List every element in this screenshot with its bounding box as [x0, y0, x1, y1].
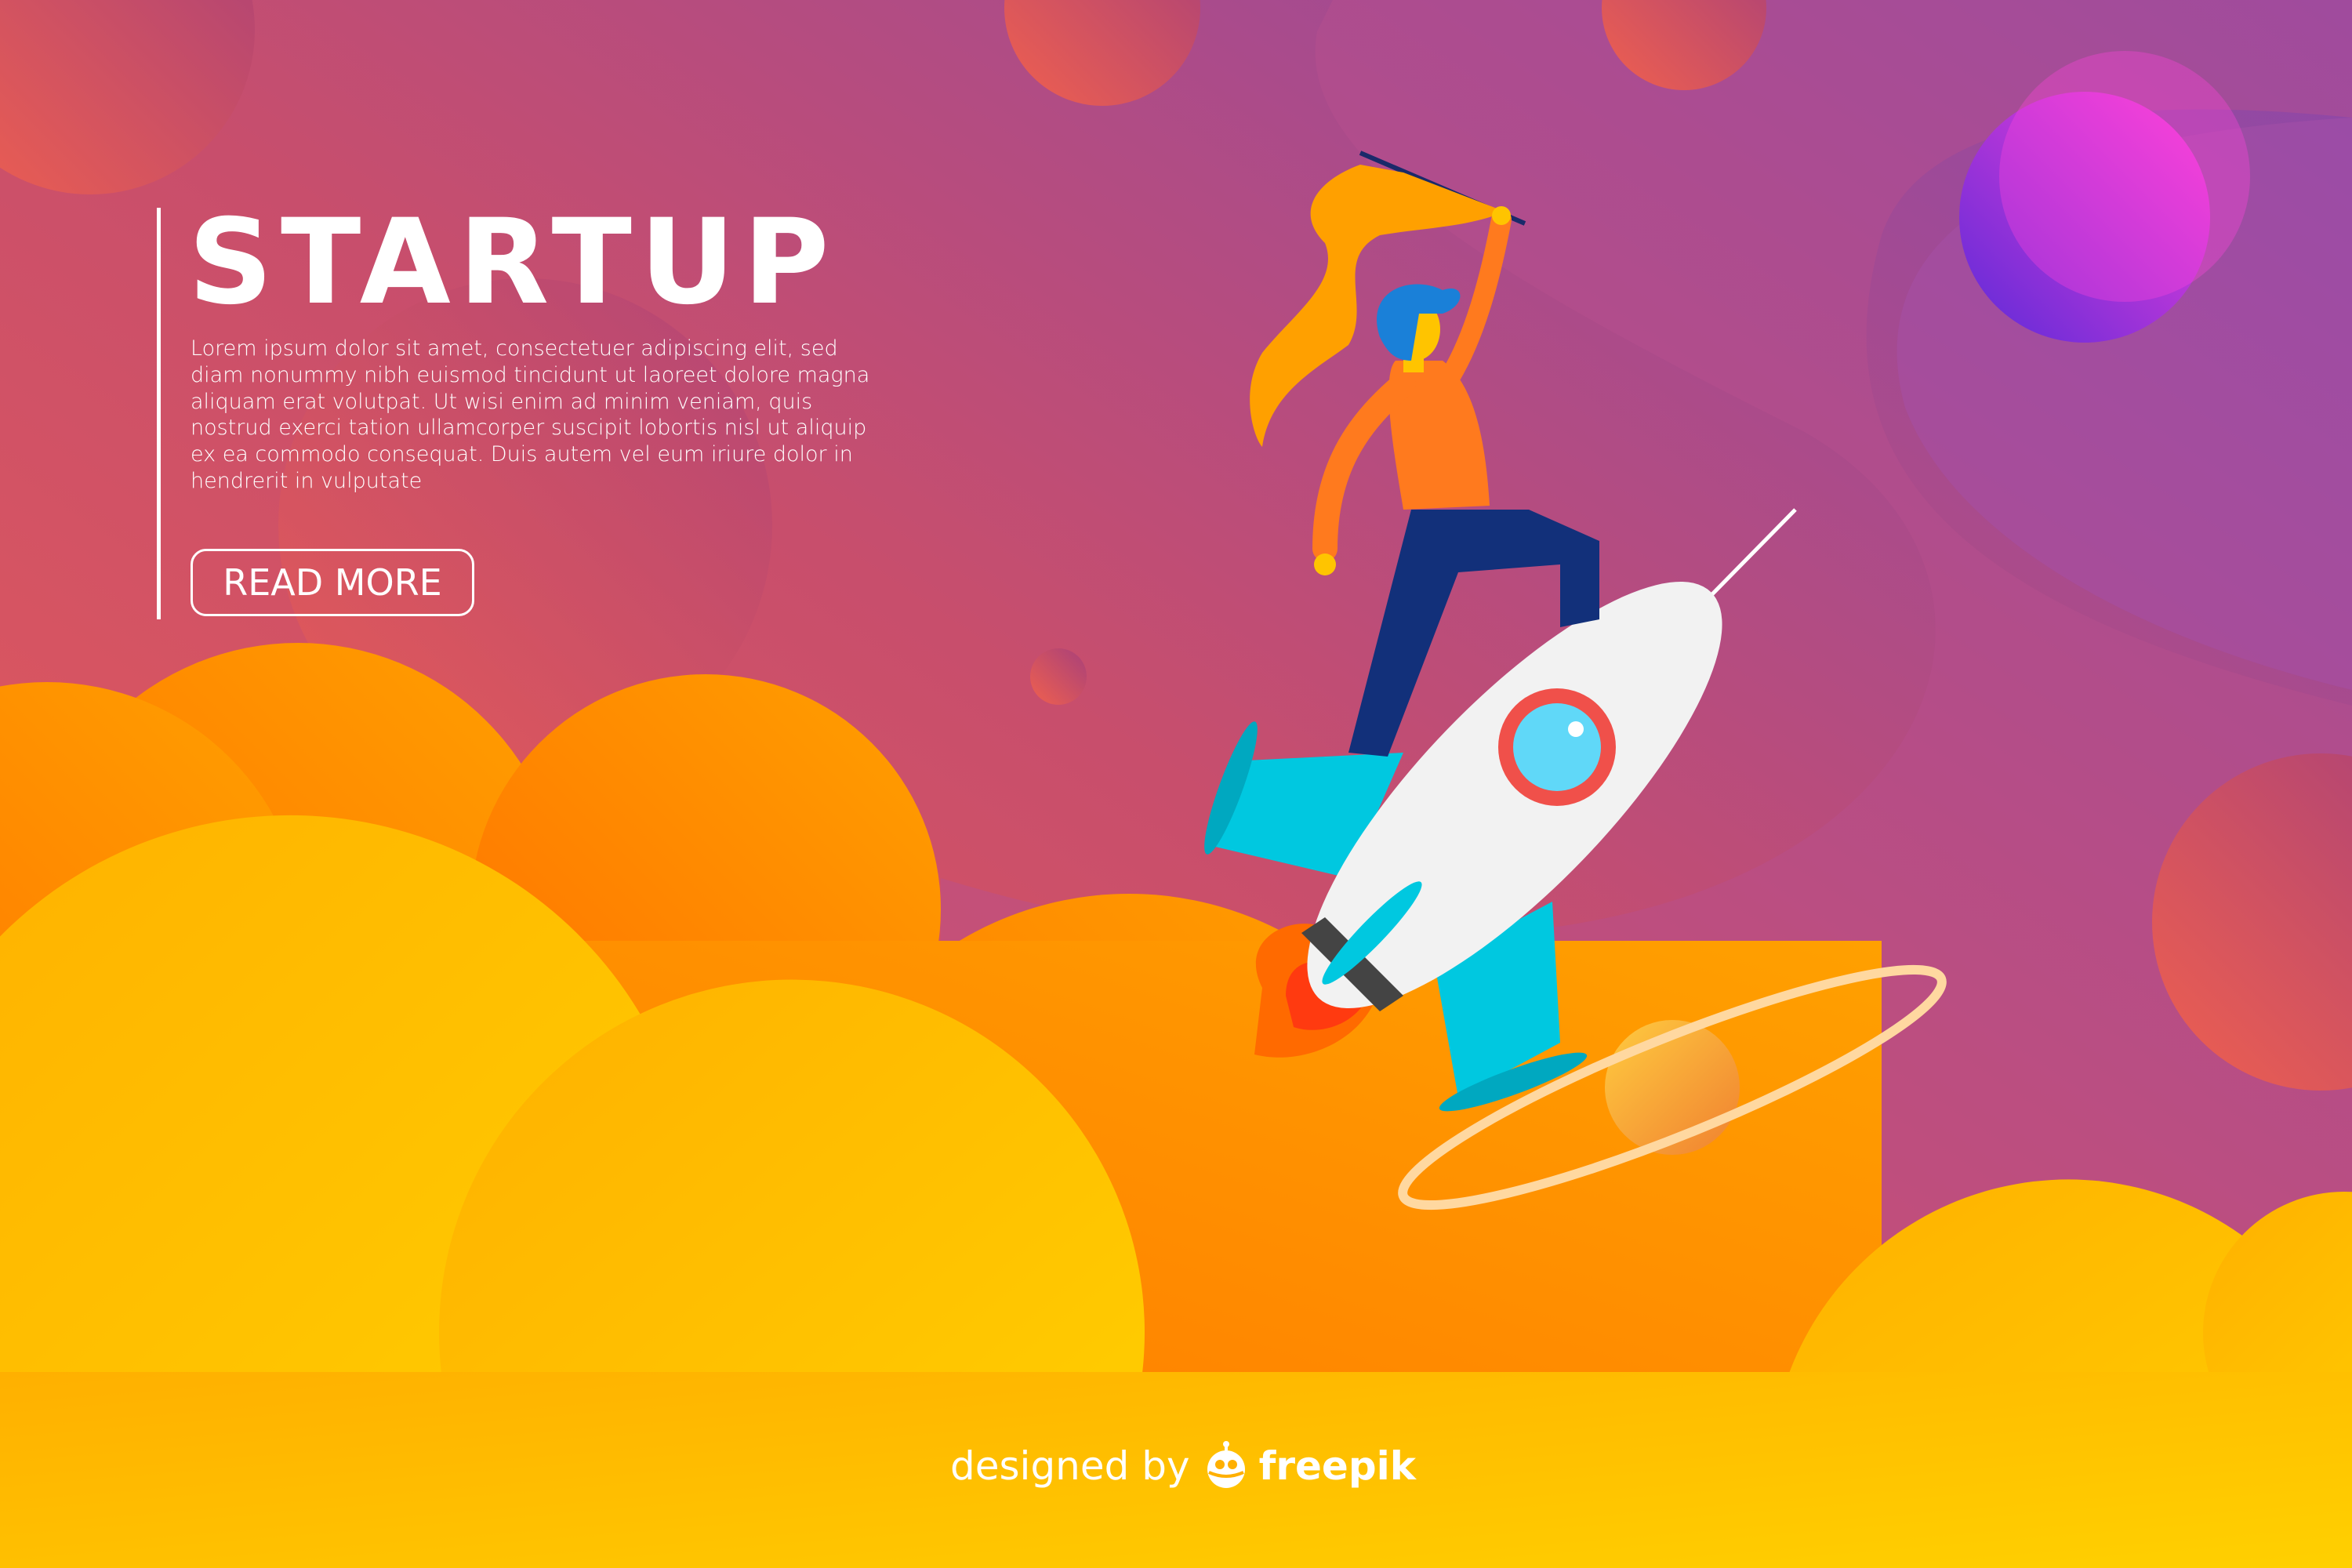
page-title: STARTUP [188, 194, 837, 331]
credit-brand: freepik [1258, 1443, 1417, 1489]
designer-credit[interactable]: designed by freepik [950, 1441, 1416, 1491]
planet-small [1030, 648, 1087, 705]
credit-prefix: designed by [950, 1443, 1190, 1489]
freepik-mascot-icon [1207, 1441, 1245, 1488]
accent-divider [157, 208, 161, 619]
read-more-button[interactable]: READ MORE [191, 549, 474, 616]
hero-description: Lorem ipsum dolor sit amet, consectetuer… [191, 336, 870, 493]
